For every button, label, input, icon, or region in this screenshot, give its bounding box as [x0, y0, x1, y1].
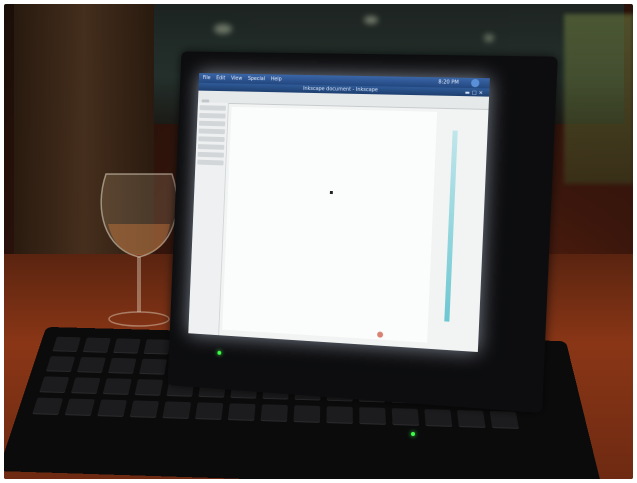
sidebar-item[interactable] — [198, 128, 225, 135]
window-title: Inkscape document - Inkscape — [302, 85, 378, 94]
laptop-lid: File Edit View Special Help 8:20 PM Inks… — [167, 51, 558, 414]
background-light — [564, 14, 633, 184]
sidebar-item[interactable] — [198, 136, 225, 142]
menu-help[interactable]: Help — [271, 76, 282, 82]
menu-special[interactable]: Special — [248, 76, 265, 82]
cursor-dot — [329, 190, 333, 195]
menu-edit[interactable]: Edit — [216, 75, 225, 81]
sidebar-item[interactable] — [199, 105, 226, 111]
status-led — [411, 432, 415, 436]
sidebar-item[interactable] — [199, 112, 226, 119]
laptop-screen: File Edit View Special Help 8:20 PM Inks… — [188, 73, 490, 353]
window-controls[interactable]: ▬□✕ — [465, 89, 486, 98]
vertical-scrollbar[interactable] — [444, 130, 458, 322]
sidebar-item[interactable] — [197, 144, 225, 150]
drawing-canvas[interactable] — [222, 106, 438, 343]
photo-scene: File Edit View Special Help 8:20 PM Inks… — [4, 4, 633, 479]
power-led — [217, 350, 222, 355]
sidebar-item[interactable] — [197, 151, 224, 158]
sidebar-item[interactable] — [198, 120, 226, 127]
sidebar-item[interactable] — [197, 159, 224, 166]
panel-clock: 8:20 PM — [438, 79, 459, 86]
menu-file[interactable]: File — [203, 75, 211, 81]
network-icon[interactable] — [470, 78, 480, 88]
menu-view[interactable]: View — [231, 76, 242, 82]
